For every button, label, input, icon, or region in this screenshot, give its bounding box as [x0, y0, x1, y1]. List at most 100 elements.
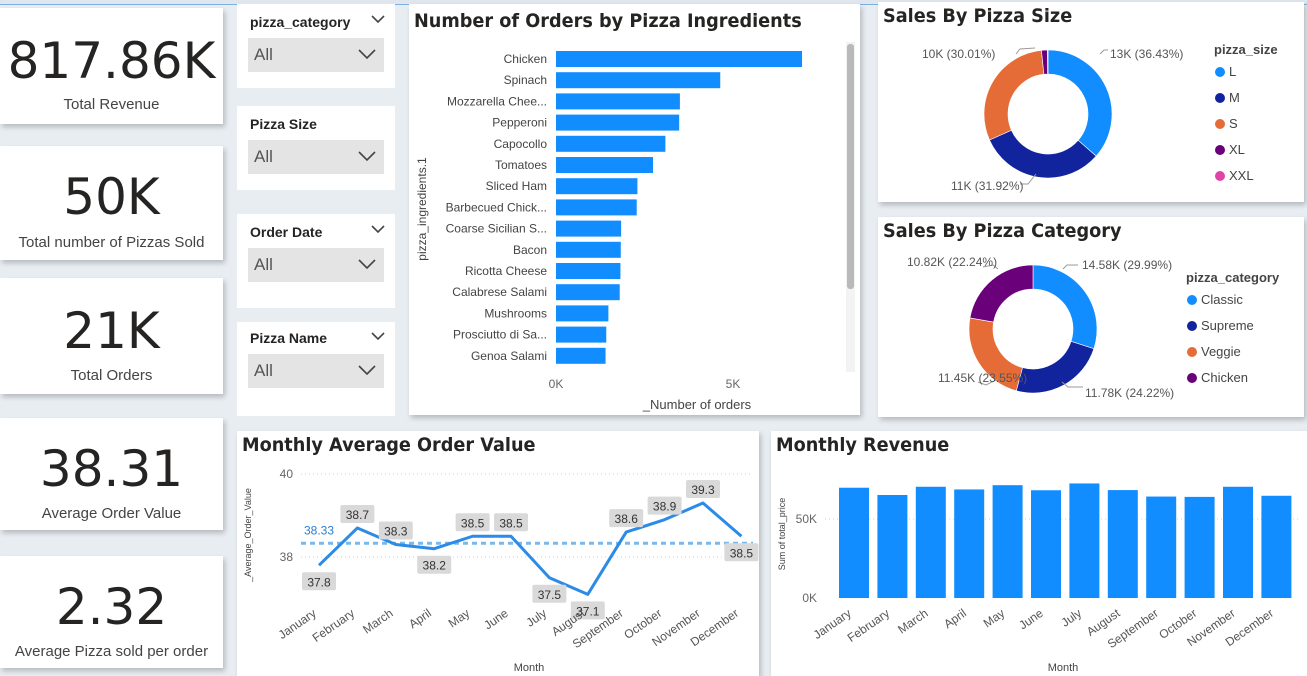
- ingredients-bar-chart: pizza_ingredients.1 _Number of orders Ch…: [415, 42, 855, 412]
- slicer-dropdown[interactable]: All: [248, 354, 384, 388]
- legend-label[interactable]: Veggie: [1201, 344, 1241, 359]
- slicer-pizza-category[interactable]: pizza_category All: [237, 4, 395, 88]
- bar[interactable]: [556, 305, 609, 322]
- x-tick-label: March: [360, 606, 395, 637]
- bar[interactable]: [1184, 496, 1215, 598]
- kpi-value: 21K: [63, 302, 160, 360]
- bar[interactable]: [556, 263, 621, 279]
- y-axis-label: _Average_Order_Value: [243, 488, 253, 583]
- legend-marker: [1215, 145, 1225, 155]
- bar[interactable]: [556, 114, 680, 131]
- slicer-order-date[interactable]: Order Date All: [237, 214, 395, 308]
- x-axis-label: _Number of orders: [642, 397, 752, 412]
- slicer-pizza-size[interactable]: Pizza Size All: [237, 106, 395, 190]
- legend-label[interactable]: XXL: [1229, 168, 1254, 183]
- legend-marker: [1215, 171, 1225, 181]
- donut-slice[interactable]: [969, 264, 1034, 323]
- category-label: Spinach: [504, 73, 547, 87]
- bar[interactable]: [915, 486, 946, 598]
- slice-label: 10.82K (22.24%): [907, 255, 997, 269]
- label-leader: [1062, 264, 1078, 270]
- data-label: 38.3: [384, 525, 408, 539]
- bar[interactable]: [556, 72, 721, 89]
- category-label: Ricotta Cheese: [465, 264, 547, 278]
- chevron-down-icon: [358, 151, 376, 162]
- bar[interactable]: [877, 494, 908, 598]
- chevron-down-icon[interactable]: [371, 15, 385, 24]
- legend-label[interactable]: M: [1229, 90, 1240, 105]
- legend-label[interactable]: XL: [1229, 142, 1245, 157]
- bar[interactable]: [1031, 490, 1061, 598]
- bar[interactable]: [1146, 496, 1177, 598]
- slicer-dropdown[interactable]: All: [248, 38, 384, 72]
- legend-label[interactable]: Classic: [1201, 292, 1243, 307]
- kpi-card-total-pizzas-sold: 50K Total number of Pizzas Sold: [0, 146, 223, 260]
- slicer-dropdown[interactable]: All: [248, 248, 384, 282]
- aov-line-chart: _Average_Order_Value Month 40 38 38.33 3…: [243, 467, 759, 674]
- scrollbar-thumb[interactable]: [847, 44, 854, 289]
- donut-slice[interactable]: [1047, 49, 1049, 75]
- chart-sales-by-size[interactable]: Sales By Pizza Size 13K (36.43%) 11K (31…: [878, 2, 1304, 202]
- slicer-title: Pizza Size: [250, 116, 317, 132]
- data-label: 37.5: [538, 588, 562, 602]
- bar[interactable]: [839, 487, 869, 598]
- bar[interactable]: [556, 178, 638, 195]
- legend-marker: [1187, 347, 1197, 357]
- data-label: 38.5: [461, 516, 485, 530]
- chevron-down-icon[interactable]: [371, 332, 385, 341]
- kpi-card-total-revenue: 817.86K Total Revenue: [0, 8, 223, 124]
- category-label: Pepperoni: [492, 116, 547, 130]
- donut-slice[interactable]: [1032, 264, 1098, 350]
- chevron-down-icon[interactable]: [371, 225, 385, 234]
- bar[interactable]: [556, 284, 620, 301]
- legend-label[interactable]: Chicken: [1201, 370, 1248, 385]
- kpi-card-average-order-value: 38.31 Average Order Value: [0, 418, 223, 530]
- data-label: 38.5: [499, 516, 523, 530]
- kpi-card-total-orders: 21K Total Orders: [0, 278, 223, 394]
- y-tick-label: 38: [280, 550, 294, 564]
- bar[interactable]: [556, 220, 622, 237]
- bar[interactable]: [556, 326, 607, 343]
- donut-slice[interactable]: [1015, 340, 1095, 394]
- slicer-pizza-name[interactable]: Pizza Name All: [237, 322, 395, 416]
- data-label: 38.6: [615, 512, 639, 526]
- bar[interactable]: [556, 135, 666, 152]
- slicer-value: All: [254, 147, 273, 166]
- chevron-down-icon: [358, 49, 376, 60]
- legend-label[interactable]: L: [1229, 64, 1236, 79]
- bar[interactable]: [556, 93, 680, 110]
- slicer-title: Pizza Name: [250, 330, 328, 346]
- bar[interactable]: [1223, 486, 1253, 598]
- slicer-dropdown[interactable]: All: [248, 140, 384, 174]
- aov-series-line: [317, 501, 743, 596]
- slicer-value: All: [254, 361, 273, 380]
- data-label: 38.5: [730, 546, 754, 560]
- bar[interactable]: [992, 485, 1023, 598]
- x-tick-label: June: [481, 606, 511, 633]
- bar[interactable]: [556, 51, 803, 67]
- legend-marker: [1215, 119, 1225, 129]
- bar[interactable]: [556, 199, 637, 216]
- category-label: Sliced Ham: [486, 179, 547, 193]
- x-tick-label: April: [406, 606, 434, 631]
- bar[interactable]: [556, 157, 653, 173]
- bar[interactable]: [954, 489, 985, 598]
- chart-orders-by-ingredients[interactable]: Number of Orders by Pizza Ingredients pi…: [409, 4, 860, 415]
- bar[interactable]: [1107, 490, 1138, 598]
- donut-slice[interactable]: [983, 50, 1045, 141]
- bar[interactable]: [1069, 483, 1100, 598]
- slice-label: 10K (30.01%): [922, 47, 995, 61]
- category-label: Calabrese Salami: [452, 285, 547, 299]
- chart-monthly-revenue[interactable]: Monthly Revenue Sum of total_price Month…: [771, 431, 1307, 676]
- donut-slice[interactable]: [1047, 49, 1113, 157]
- chart-monthly-aov[interactable]: Monthly Average Order Value _Average_Ord…: [237, 431, 759, 676]
- legend-label[interactable]: S: [1229, 116, 1238, 131]
- revenue-bar-chart: Sum of total_price Month 50K 0K JanuaryF…: [777, 483, 1301, 674]
- category-label: Tomatoes: [495, 158, 547, 172]
- bar[interactable]: [1261, 495, 1292, 598]
- chart-sales-by-category[interactable]: Sales By Pizza Category 14.58K (29.99%) …: [878, 217, 1304, 417]
- data-label: 38.9: [653, 500, 677, 514]
- bar[interactable]: [556, 241, 621, 258]
- bar[interactable]: [556, 347, 606, 364]
- legend-label[interactable]: Supreme: [1201, 318, 1254, 333]
